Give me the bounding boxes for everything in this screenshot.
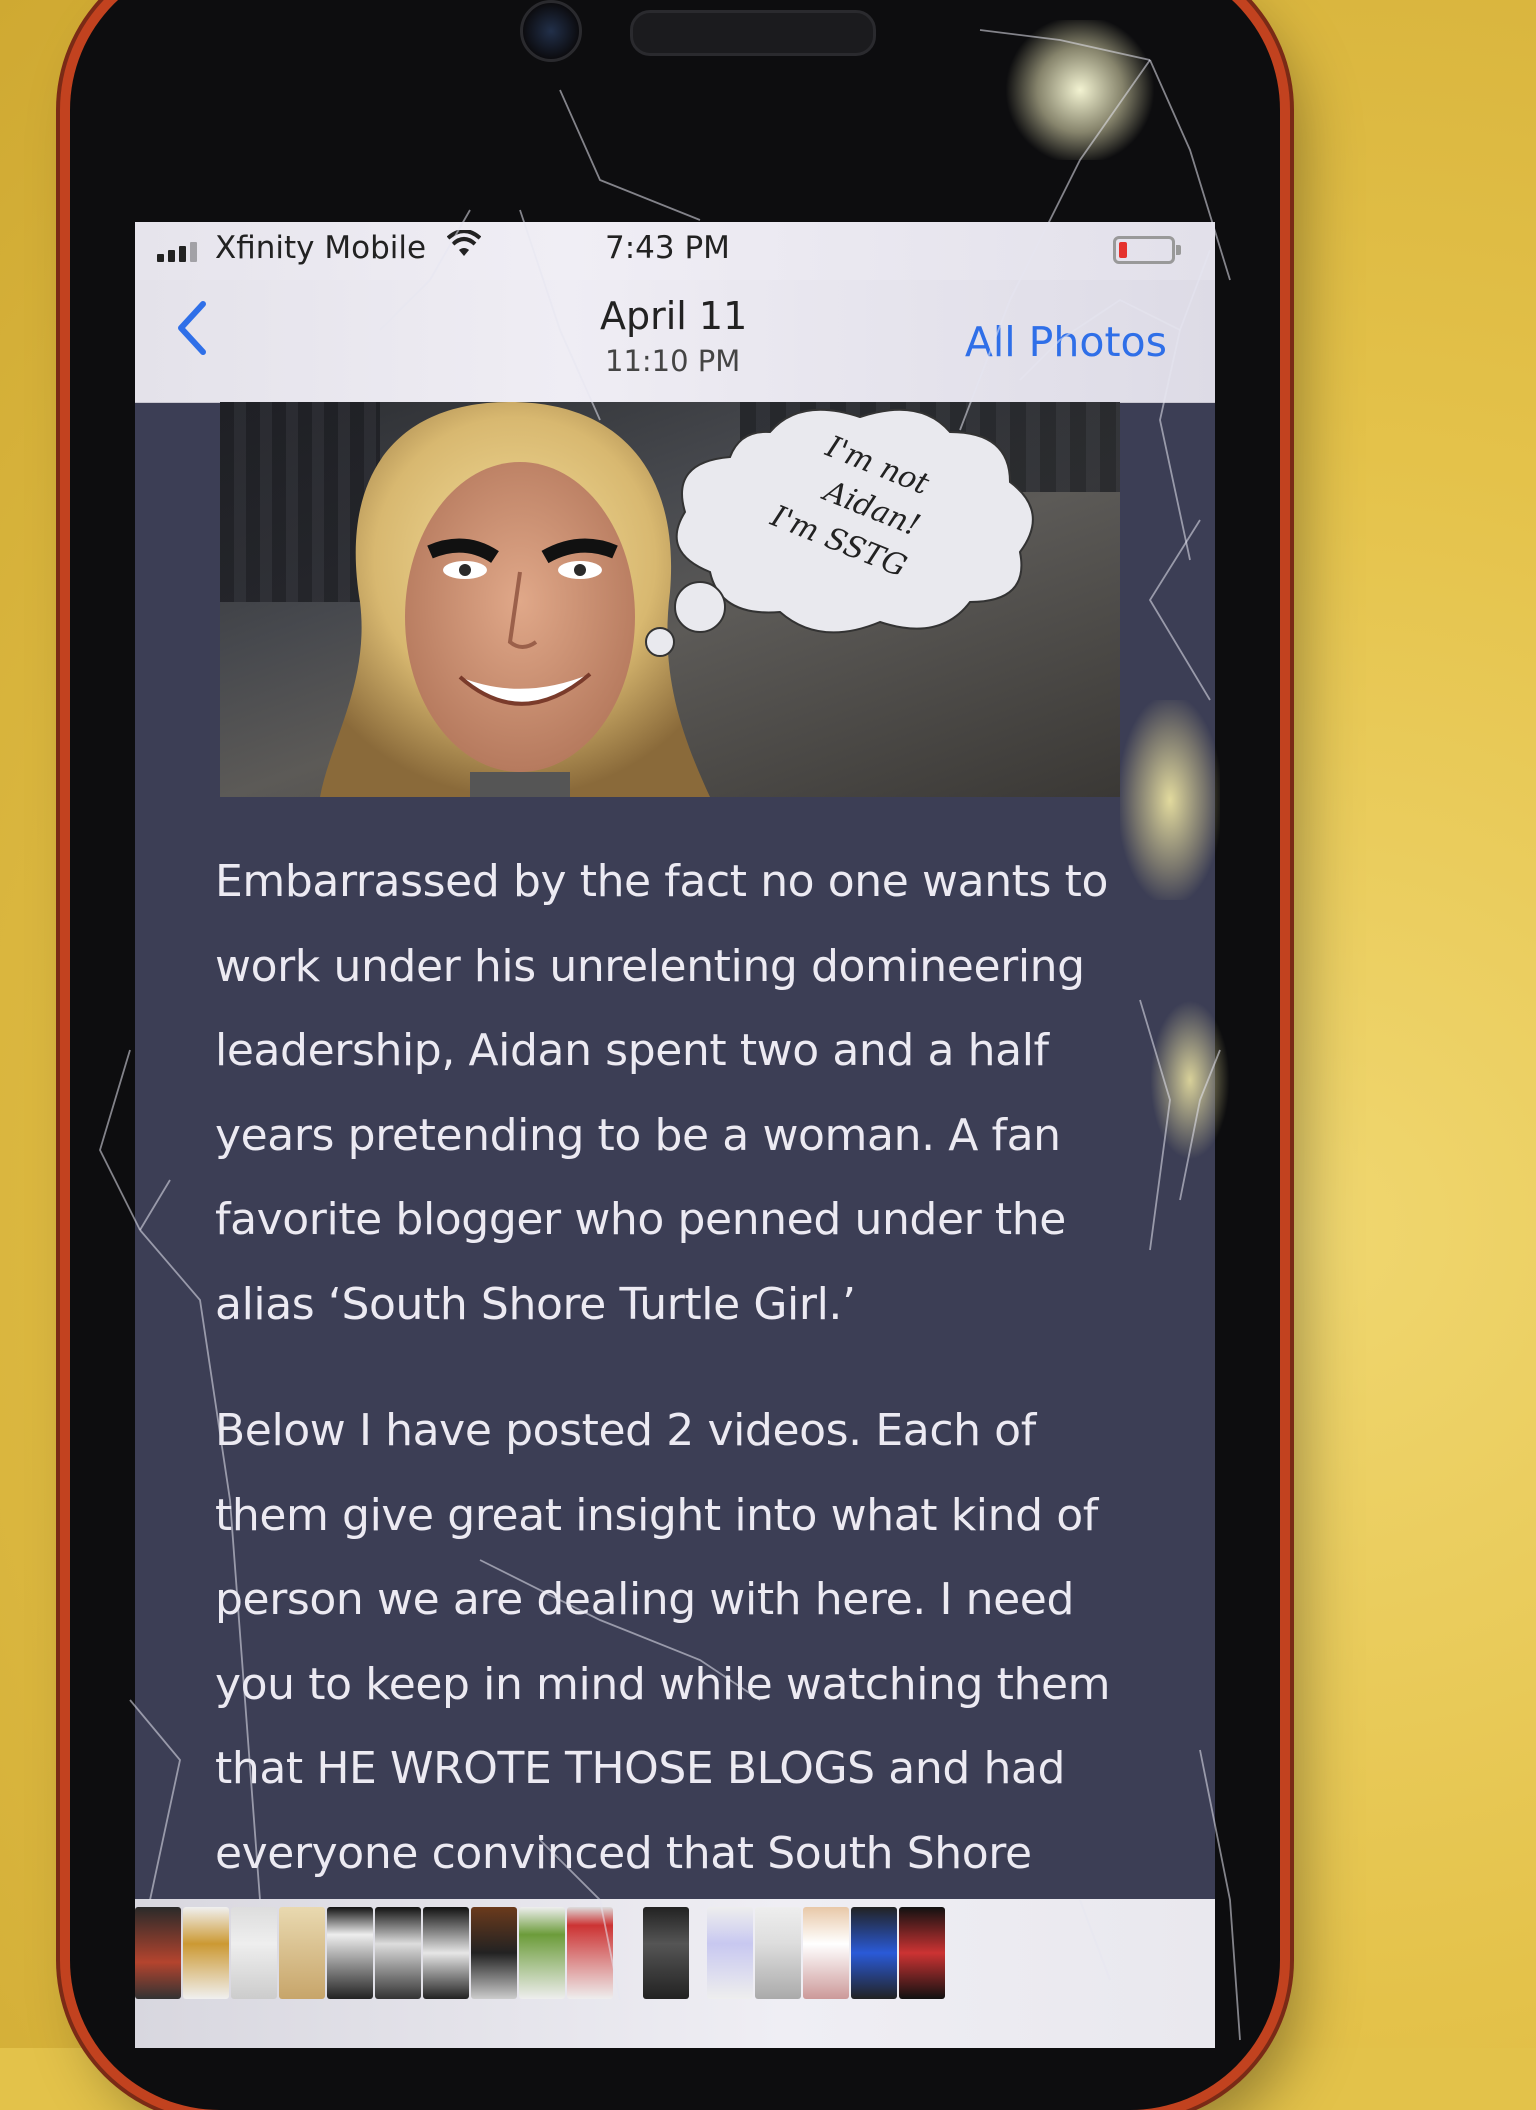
earpiece-speaker: [630, 10, 876, 56]
article-image: I'm not Aidan! I'm SSTG: [220, 402, 1120, 797]
article-body: Embarrassed by the fact no one wants to …: [215, 840, 1135, 1896]
thumbnail[interactable]: [567, 1907, 613, 1999]
thumbnail[interactable]: [471, 1907, 517, 1999]
signal-icon: [157, 242, 197, 262]
thumbnail[interactable]: [135, 1907, 181, 1999]
photo-date: April 11: [600, 294, 748, 338]
thumbnail[interactable]: [231, 1907, 277, 1999]
thumbnail[interactable]: [279, 1907, 325, 1999]
battery-icon: [1113, 236, 1181, 264]
thumbnail[interactable]: [755, 1907, 801, 1999]
front-camera: [520, 0, 582, 62]
thumbnail[interactable]: [899, 1907, 945, 1999]
back-button[interactable]: [175, 300, 209, 367]
thumbnail[interactable]: [375, 1907, 421, 1999]
thumbnail[interactable]: [423, 1907, 469, 1999]
phone-screen: Xfinity Mobile 7:43 PM April 11 11:10 PM…: [135, 222, 1215, 2048]
thought-bubble: I'm not Aidan! I'm SSTG: [645, 408, 1034, 657]
thumbnail[interactable]: [851, 1907, 897, 1999]
thumbnail[interactable]: [803, 1907, 849, 1999]
thumbnail[interactable]: [327, 1907, 373, 1999]
light-glare: [1150, 1000, 1230, 1160]
thumbnail[interactable]: [643, 1907, 689, 1999]
light-glare: [1000, 20, 1160, 160]
light-glare: [1120, 700, 1220, 900]
article-paragraph-2: Below I have posted 2 videos. Each of th…: [215, 1405, 1111, 1879]
all-photos-button[interactable]: All Photos: [965, 318, 1167, 366]
thumbnail[interactable]: [183, 1907, 229, 1999]
thumbnail[interactable]: [519, 1907, 565, 1999]
status-time: 7:43 PM: [605, 230, 730, 266]
chevron-left-icon: [178, 301, 206, 355]
thumbnail[interactable]: [707, 1907, 753, 1999]
nav-bar: April 11 11:10 PM All Photos: [135, 280, 1215, 403]
status-bar: Xfinity Mobile 7:43 PM: [135, 222, 1215, 280]
carrier-name: Xfinity Mobile: [215, 230, 427, 266]
wifi-icon: [446, 229, 482, 266]
photo-time: 11:10 PM: [605, 344, 741, 378]
article-paragraph-1: Embarrassed by the fact no one wants to …: [215, 856, 1109, 1330]
photo-thumbnail-strip[interactable]: [135, 1899, 1215, 2048]
